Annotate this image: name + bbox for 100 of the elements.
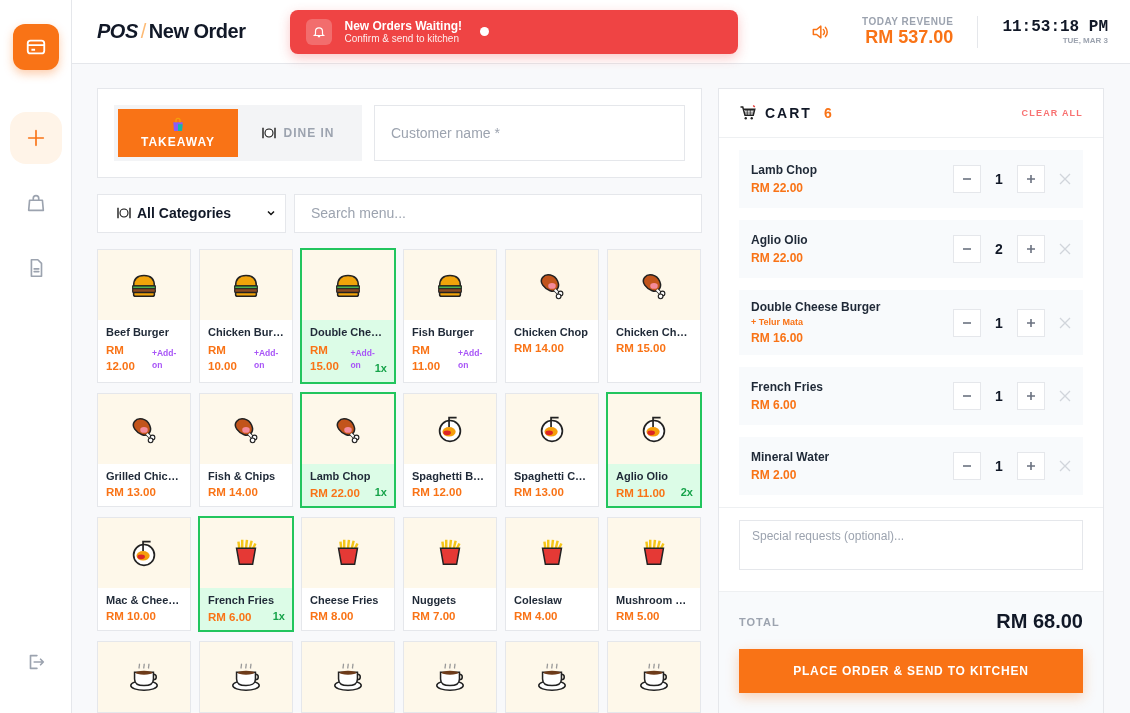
cart-count: 6: [823, 105, 832, 121]
menu-item-card[interactable]: [97, 641, 191, 713]
item-price: RM 22.00: [310, 487, 360, 499]
plus-icon: [1026, 391, 1036, 401]
remove-button[interactable]: [1059, 390, 1071, 402]
item-price: RM 13.00: [514, 486, 564, 498]
item-price: RM 5.00: [616, 610, 660, 622]
increase-button[interactable]: [1017, 235, 1045, 263]
item-name: Aglio Olio: [616, 470, 669, 482]
menu-item-card[interactable]: Grilled Chic… RM 13.00: [97, 393, 191, 507]
menu-item-card[interactable]: [301, 641, 395, 713]
menu-item-card[interactable]: [505, 641, 599, 713]
item-price: RM 10.00: [106, 610, 156, 622]
menu-item-card[interactable]: Beef Burger RM 12.00 +Add-on: [97, 248, 191, 383]
remove-button[interactable]: [1059, 316, 1071, 329]
menu-item-card[interactable]: Chicken Ch… RM 15.00: [607, 248, 701, 383]
revenue-label: TODAY REVENUE: [862, 15, 954, 27]
item-price: RM 14.00: [208, 486, 258, 498]
cart-item-price: RM 22.00: [751, 181, 805, 195]
bell-icon: [306, 18, 333, 45]
shopping-cart-icon: [739, 104, 757, 122]
item-price: RM 8.00: [310, 610, 354, 622]
pulse-dot: [480, 27, 490, 36]
menu-item-card[interactable]: Spaghetti C… RM 13.00: [505, 393, 599, 507]
menu-search-field[interactable]: Search menu...: [294, 193, 702, 233]
alert-subtitle: Confirm & send to kitchen: [344, 33, 460, 44]
cart-item-price: RM 22.00: [751, 251, 805, 265]
quantity-value: 1: [994, 458, 1004, 474]
addon-label: +Add-on: [152, 346, 178, 372]
special-requests-field[interactable]: Special requests (optional)...: [739, 520, 1083, 570]
cart-item-price: RM 6.00: [751, 398, 798, 412]
menu-item-card[interactable]: Nuggets RM 7.00: [403, 517, 497, 631]
decrease-button[interactable]: [953, 165, 981, 193]
menu-item-card[interactable]: Coleslaw RM 4.00: [505, 517, 599, 631]
menu-item-card[interactable]: Fish & Chips RM 14.00: [199, 393, 293, 507]
cart-item-name: Double Cheese Burger: [751, 300, 882, 314]
sidebar-nav-button[interactable]: [9, 112, 62, 164]
total-value: RM 68.00: [996, 610, 1083, 633]
menu-item-card[interactable]: [403, 641, 497, 713]
item-price: RM 15.00: [310, 342, 340, 375]
addon-label: +Add-on: [458, 346, 484, 372]
quantity-label: 1x: [374, 486, 387, 498]
item-name: Fish & Chips: [208, 470, 277, 482]
item-name: Mushroom …: [616, 594, 688, 606]
decrease-button[interactable]: [953, 382, 981, 410]
item-name: Chicken Ch…: [616, 325, 689, 338]
item-price: RM 13.00: [106, 486, 156, 498]
cart-item-name: French Fries: [751, 380, 825, 394]
menu-item-card[interactable]: Spaghetti B… RM 12.00: [403, 393, 497, 507]
quantity-label: 1x: [374, 362, 387, 374]
plus-icon: [1026, 244, 1036, 254]
remove-button[interactable]: [1059, 173, 1071, 185]
item-name: Nuggets: [412, 594, 457, 606]
cart-item-name: Mineral Water: [751, 450, 831, 464]
item-name: Beef Burger: [106, 325, 170, 338]
increase-button[interactable]: [1017, 382, 1045, 410]
menu-item-card[interactable]: Lamb Chop RM 22.00 1x: [300, 392, 396, 508]
brand-text: POS: [97, 20, 138, 43]
menu-item-card[interactable]: Chicken Chop RM 14.00: [505, 248, 599, 383]
item-name: Fish Burger: [412, 325, 475, 338]
remove-button[interactable]: [1059, 460, 1071, 472]
menu-item-card[interactable]: Aglio Olio RM 11.00 2x: [606, 392, 702, 508]
menu-item-card[interactable]: Mac & Chee… RM 10.00: [97, 517, 191, 631]
menu-item-card[interactable]: [607, 641, 701, 713]
menu-item-card[interactable]: Fish Burger RM 11.00 +Add-on: [403, 248, 497, 383]
title-separator: /: [140, 20, 146, 43]
menu-item-card[interactable]: Chicken Bur… RM 10.00 +Add-on: [199, 248, 293, 383]
menu-item-card[interactable]: [199, 641, 293, 713]
alert-title: New Orders Waiting!: [344, 19, 463, 33]
decrease-button[interactable]: [953, 235, 981, 263]
item-name: Mac & Chee…: [106, 594, 181, 606]
revenue-value: RM 537.00: [864, 26, 954, 48]
item-name: Grilled Chic…: [106, 470, 180, 482]
addon-label: +Add-on: [254, 346, 280, 372]
cart-item-addon: + Telur Mata: [751, 317, 805, 327]
new-orders-alert[interactable]: New Orders Waiting! Confirm & send to kitchen: [290, 9, 739, 54]
plus-icon: [1026, 174, 1036, 184]
customer-name-field[interactable]: Customer name *: [374, 105, 685, 161]
item-price: RM 11.00: [412, 342, 442, 375]
quantity-label: 1x: [272, 610, 285, 622]
category-select[interactable]: All Categories: [97, 193, 286, 233]
menu-item-card[interactable]: Double Che… RM 15.00 +Add-on 1x: [300, 247, 396, 384]
menu-item-card[interactable]: Mushroom … RM 5.00: [607, 517, 701, 631]
item-price: RM 4.00: [514, 610, 558, 622]
item-price: RM 6.00: [208, 611, 252, 623]
decrease-button[interactable]: [953, 452, 981, 480]
logo-button[interactable]: [12, 24, 59, 70]
item-price: RM 12.00: [106, 342, 136, 375]
close-icon: [1059, 390, 1071, 402]
menu-item-card[interactable]: Cheese Fries RM 8.00: [301, 517, 395, 631]
increase-button[interactable]: [1017, 308, 1045, 337]
plus-icon: [1026, 317, 1036, 328]
remove-button[interactable]: [1059, 243, 1071, 255]
increase-button[interactable]: [1017, 165, 1045, 193]
item-price: RM 11.00: [616, 487, 666, 499]
item-name: Coleslaw: [514, 594, 563, 606]
item-price: RM 7.00: [412, 610, 456, 622]
menu-item-card[interactable]: French Fries RM 6.00 1x: [198, 516, 294, 632]
increase-button[interactable]: [1017, 452, 1045, 480]
cart-item-name: Aglio Olio: [751, 233, 809, 247]
